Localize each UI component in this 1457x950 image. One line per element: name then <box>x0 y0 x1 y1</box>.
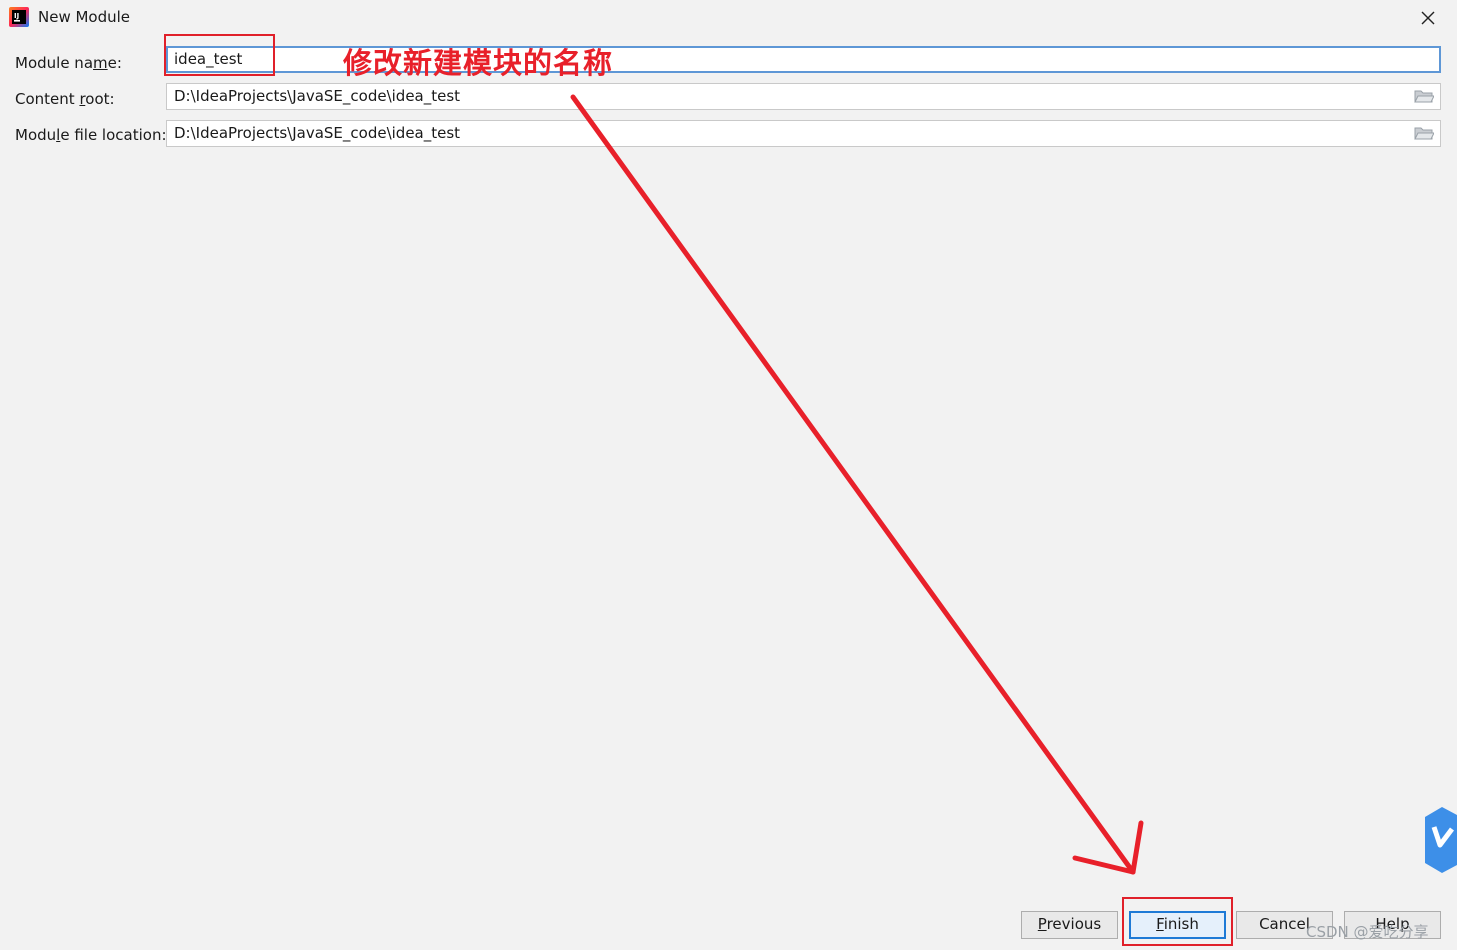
floating-assistant-icon[interactable] <box>1422 805 1457 875</box>
finish-button[interactable]: Finish <box>1129 911 1226 939</box>
annotation-arrow <box>570 94 1144 875</box>
watermark: CSDN @爱吃分享 <box>1306 923 1429 941</box>
previous-button[interactable]: Previous <box>1021 911 1118 939</box>
